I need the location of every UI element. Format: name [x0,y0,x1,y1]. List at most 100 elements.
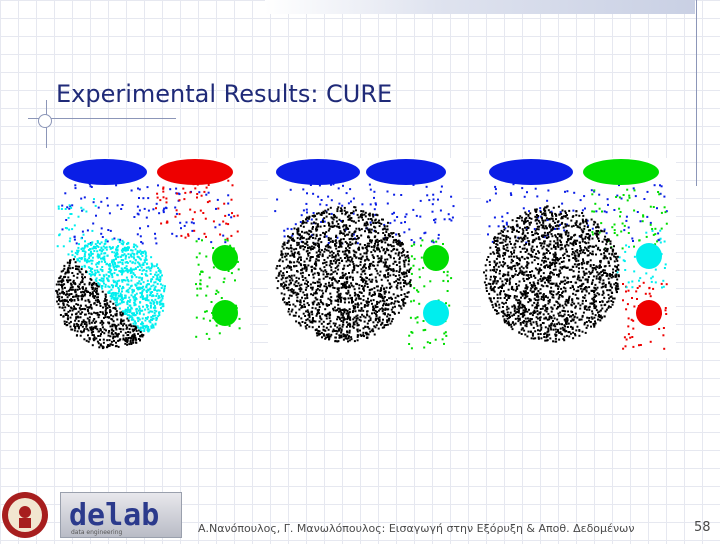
cluster-point [315,226,318,229]
noise-point [227,194,230,197]
cluster-point [62,276,65,279]
noise-point [615,196,618,198]
cluster-point [381,321,384,324]
cluster-point [115,344,118,347]
cluster-point [591,237,594,240]
cluster-point [334,336,337,339]
cluster-point [372,299,375,302]
cluster-point [585,289,588,292]
cluster-point [328,227,331,230]
noise-point [624,269,627,271]
cluster-point [145,255,148,258]
cluster-point [282,274,285,277]
cluster-point [130,325,133,328]
cluster-point [155,310,158,313]
cluster-point [287,235,289,238]
cluster-point [144,299,147,302]
noise-point [82,233,85,236]
cluster-point [114,335,117,338]
cluster-point [305,266,308,269]
cluster-point [144,319,147,322]
cluster-point [126,339,129,342]
cluster-point [150,280,152,283]
cluster-point [133,274,136,277]
cluster-point [288,283,291,286]
cluster-point [340,320,343,322]
noise-point [622,347,625,350]
noise-point [432,241,435,244]
cluster-point [290,294,293,297]
cluster-point [285,246,288,249]
cluster-point [147,289,150,292]
cluster-point [528,217,531,219]
cluster-point [383,324,386,327]
cluster-point [338,307,341,310]
noise-point [319,203,322,206]
noise-point [435,240,438,243]
noise-point [205,310,208,313]
noise-point [418,268,421,271]
cluster-point [611,248,614,251]
cluster-point [374,318,377,321]
cluster-point [347,315,350,318]
cluster-point [580,234,583,237]
cluster-point [66,296,69,299]
cluster-point [300,288,303,291]
cluster-point [305,268,308,271]
cluster-point [611,286,613,289]
cluster-point [339,277,342,279]
cluster-point [67,300,70,303]
noise-point [501,220,504,223]
cluster-point [519,323,522,326]
cluster-point [66,324,69,326]
cluster-point [292,303,295,306]
cluster-point [560,241,562,244]
cluster-point [342,219,344,222]
cluster-point [83,283,86,286]
cluster-point [357,324,360,327]
noise-point [231,184,234,187]
cluster-point [367,218,370,221]
cluster-point [101,331,104,333]
cluster-point [392,293,395,296]
cluster-point [305,238,308,241]
cluster-point [382,302,385,305]
cluster-point [136,252,139,255]
cluster-point [503,248,506,250]
cluster-point [149,294,151,297]
cluster-point [61,299,64,302]
cluster-point [124,294,127,297]
cluster-point [301,222,304,225]
cluster-point [127,283,130,286]
cluster-point [325,317,328,320]
cluster-point [108,286,111,289]
cluster-point [393,312,396,315]
cluster-point [125,337,128,340]
cluster-point [615,258,618,260]
cluster-point [400,288,403,291]
cluster-point [287,289,290,292]
cluster-point [544,326,547,329]
cluster-point [107,334,110,337]
cluster-point [74,307,77,310]
noise-point [93,198,95,201]
cluster-point [329,320,332,323]
noise-point [494,192,497,195]
cluster-point [554,337,557,340]
cluster-point [595,300,597,303]
cluster-point [496,243,499,246]
cluster-point [502,265,504,268]
noise-point [419,199,422,202]
cluster-point [60,270,63,273]
noise-point [195,316,198,319]
cluster-point [371,254,374,257]
cluster-point [291,279,294,282]
cluster-point [125,276,128,279]
cluster-point [600,286,603,289]
cluster-point [100,285,103,288]
cluster-point [563,313,566,316]
blue-ellipse-cluster [276,159,360,185]
cluster-point [156,302,159,305]
cluster-point [337,303,340,306]
cluster-point [284,255,286,258]
